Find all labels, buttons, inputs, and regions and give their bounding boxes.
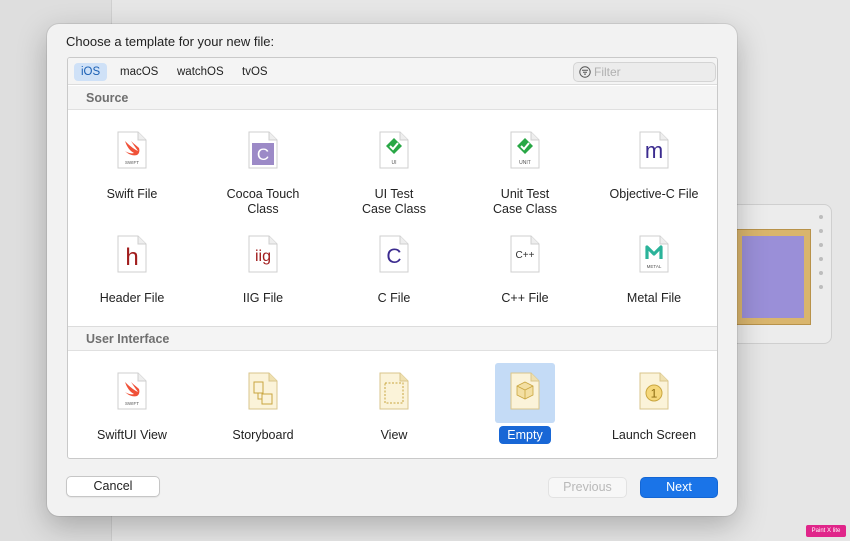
selected-label: Empty [499,426,551,444]
storyboard-preview [728,204,832,344]
template-icon-frame: C [364,226,424,286]
template-icon-frame [364,363,424,423]
preview-frame [735,229,811,325]
template-label: Swift File [106,187,158,201]
tab-ios[interactable]: iOS [74,63,108,81]
new-file-template-dialog: Choose a template for your new file: iOS… [47,24,737,516]
tab-macos[interactable]: macOS [113,63,165,81]
cocoa-touch-class-icon: C [248,131,278,169]
view-icon [379,372,409,410]
section-header-source: Source [68,86,717,110]
swiftui-view-icon: SWIFT [117,372,147,410]
svg-text:UNIT: UNIT [519,160,531,166]
template-label: SwiftUI View [97,428,167,442]
template-label: Cocoa Touch Class [226,187,300,216]
template-label: C File [377,291,411,305]
template-unit-test-case-class[interactable]: UNIT Unit Test Case Class [461,122,589,222]
template-swiftui-view[interactable]: SWIFT SwiftUI View [68,363,196,458]
svg-text:C: C [386,245,401,268]
ui-test-case-class-icon: UI [379,131,409,169]
svg-text:C: C [257,145,269,164]
template-storyboard[interactable]: Storyboard [199,363,327,458]
storyboard-icon [248,372,278,410]
svg-text:iig: iig [255,248,271,265]
section-header-user-interface: User Interface [68,327,717,351]
svg-text:SWIFT: SWIFT [125,160,139,165]
swift-file-icon: SWIFT [117,131,147,169]
svg-text:1: 1 [651,387,658,401]
iig-file-icon: iig [248,235,278,273]
template-icon-frame [495,363,555,423]
template-launch-screen[interactable]: 1 Launch Screen [590,363,717,458]
svg-text:h: h [125,244,138,271]
watermark-badge: Paint X lite [806,525,846,537]
svg-text:SWIFT: SWIFT [125,401,139,406]
template-label: Empty [461,426,589,444]
unit-test-case-class-icon: UNIT [510,131,540,169]
c-file-icon: C [379,235,409,273]
template-icon-frame: m [624,122,684,182]
template-label: Metal File [626,291,682,305]
template-icon-frame: 1 [624,363,684,423]
template-icon-frame: h [102,226,162,286]
template-icon-frame [233,363,293,423]
template-iig-file[interactable]: iig IIG File [199,226,327,326]
header-file-icon: h [117,235,147,273]
platform-tab-bar: iOS macOS watchOS tvOS [68,58,717,85]
template-icon-frame: METAL [624,226,684,286]
tab-watchos[interactable]: watchOS [170,63,231,81]
preview-handles [819,215,825,299]
empty-icon [510,372,540,410]
template-cocoa-touch-class[interactable]: C Cocoa Touch Class [199,122,327,222]
dialog-title: Choose a template for your new file: [66,34,275,49]
template-ui-test-case-class[interactable]: UI UI Test Case Class [330,122,458,222]
template-label: Storyboard [232,428,294,442]
svg-text:C++: C++ [516,250,535,261]
template-icon-frame: C++ [495,226,555,286]
filter-icon [579,66,591,78]
template-icon-frame: C [233,122,293,182]
template-label: Objective-C File [609,187,699,201]
template-icon-frame: UI [364,122,424,182]
template-panel: iOS macOS watchOS tvOS Source [67,57,718,459]
next-button[interactable]: Next [640,477,718,498]
template-icon-frame: SWIFT [102,363,162,423]
template-icon-frame: iig [233,226,293,286]
template-label: Unit Test Case Class [493,187,557,216]
template-label: UI Test Case Class [362,187,426,216]
template-empty[interactable]: Empty [461,363,589,458]
template-label: Launch Screen [611,428,697,442]
svg-text:METAL: METAL [647,264,662,269]
template-header-file[interactable]: h Header File [68,226,196,326]
template-metal-file[interactable]: METAL Metal File [590,226,717,326]
template-swift-file[interactable]: SWIFT Swift File [68,122,196,222]
template-objective-c-file[interactable]: m Objective-C File [590,122,717,222]
template-label: IIG File [242,291,284,305]
template-label: Header File [99,291,165,305]
filter-field[interactable] [573,62,716,82]
metal-file-icon: METAL [639,235,669,273]
template-label: C++ File [501,291,549,305]
cancel-button[interactable]: Cancel [66,476,160,497]
cpp-file-icon: C++ [510,235,540,273]
template-view[interactable]: View [330,363,458,458]
objective-c-file-icon: m [639,131,669,169]
filter-input[interactable] [594,64,712,80]
template-c-file[interactable]: C C File [330,226,458,326]
template-cpp-file[interactable]: C++ C++ File [461,226,589,326]
launch-screen-icon: 1 [639,372,669,410]
template-icon-frame: UNIT [495,122,555,182]
tab-tvos[interactable]: tvOS [235,63,275,81]
preview-inner [742,236,804,318]
svg-text:m: m [645,138,663,163]
previous-button[interactable]: Previous [548,477,627,498]
svg-text:UI: UI [392,160,397,166]
template-label: View [380,428,408,442]
template-icon-frame: SWIFT [102,122,162,182]
